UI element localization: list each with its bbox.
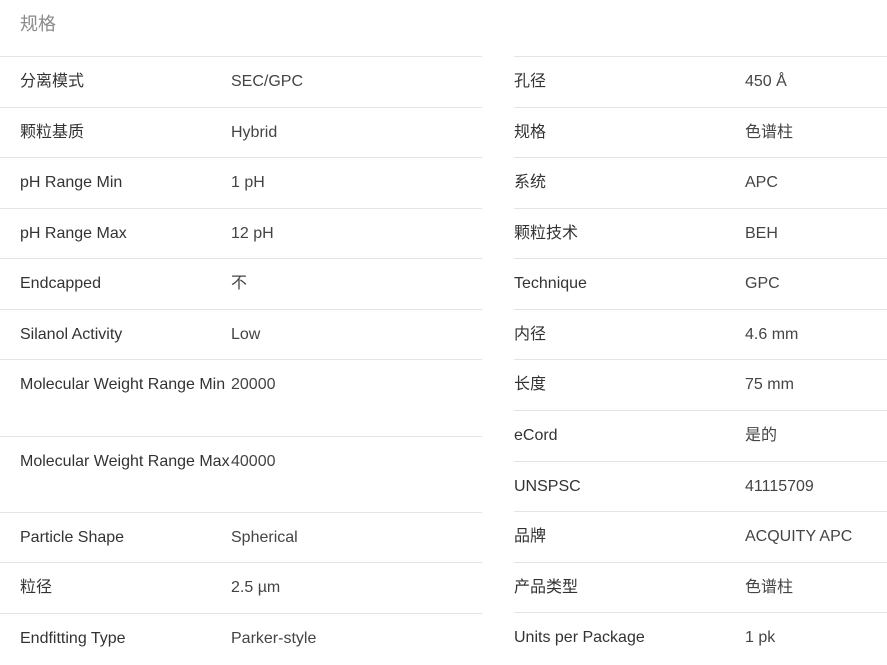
spec-row: 颗粒技术 BEH	[514, 208, 887, 258]
spec-value: 20000	[231, 376, 276, 393]
spec-key: 孔径	[514, 73, 547, 90]
spec-value: BEH	[745, 225, 778, 242]
spec-row: 规格 色谱柱	[514, 107, 887, 157]
spec-key: Technique	[514, 275, 587, 292]
spec-key: UNSPSC	[514, 478, 581, 495]
spec-value: Spherical	[231, 529, 298, 546]
spec-value: Parker-style	[231, 630, 317, 647]
spec-value: Low	[231, 326, 261, 343]
spec-key: 分离模式	[20, 73, 85, 90]
spec-key: 系统	[514, 174, 547, 191]
spec-key: 颗粒基质	[20, 124, 85, 141]
spec-row: 产品类型 色谱柱	[514, 562, 887, 612]
spec-value: Hybrid	[231, 124, 278, 141]
spec-key: 长度	[514, 376, 547, 393]
spec-row: Endfitting Type Parker-style	[0, 613, 482, 663]
spec-row: 粒径 2.5 µm	[0, 562, 482, 613]
spec-value: 2.5 µm	[231, 579, 281, 596]
spec-row: 孔径 450 Å	[514, 56, 887, 107]
spec-value: 不	[231, 275, 248, 292]
spec-key: Endfitting Type	[20, 630, 126, 647]
spec-row: Endcapped 不	[0, 258, 482, 309]
spec-value: GPC	[745, 275, 780, 292]
spec-key: 产品类型	[514, 579, 579, 596]
spec-row: Technique GPC	[514, 258, 887, 309]
spec-row: Particle Shape Spherical	[0, 512, 482, 562]
spec-row: pH Range Max 12 pH	[0, 208, 482, 258]
spec-row: Units per Package 1 pk	[514, 612, 887, 662]
spec-value: 12 pH	[231, 225, 274, 242]
spec-key: eCord	[514, 427, 558, 444]
spec-key: pH Range Min	[20, 174, 123, 191]
spec-value: 是的	[745, 427, 778, 444]
spec-row: 品牌 ACQUITY APC	[514, 511, 887, 562]
spec-value: 41115709	[745, 478, 814, 495]
spec-key: pH Range Max	[20, 225, 127, 242]
spec-row: UNSPSC 41115709	[514, 461, 887, 511]
spec-key: 粒径	[20, 579, 53, 596]
spec-key: Silanol Activity	[20, 326, 123, 343]
spec-row: 长度 75 mm	[514, 359, 887, 410]
spec-table-left: 分离模式 SEC/GPC 颗粒基质 Hybrid pH Range Min 1 …	[0, 56, 482, 663]
spec-key: 颗粒技术	[514, 225, 579, 242]
spec-row: Silanol Activity Low	[0, 309, 482, 359]
spec-value: 75 mm	[745, 376, 794, 393]
spec-value: 4.6 mm	[745, 326, 799, 343]
spec-row: pH Range Min 1 pH	[0, 157, 482, 208]
spec-value: 色谱柱	[745, 579, 794, 596]
spec-key: Molecular Weight Range Max	[20, 453, 230, 470]
spec-value: 色谱柱	[745, 124, 794, 141]
spec-value: ACQUITY APC	[745, 528, 853, 545]
spec-key: Particle Shape	[20, 529, 125, 546]
spec-table-right: 孔径 450 Å 规格 色谱柱 系统 APC 颗粒技术 BEH Techniqu…	[514, 56, 887, 662]
spec-key: Units per Package	[514, 629, 645, 646]
spec-value: 40000	[231, 453, 276, 470]
spec-row: 系统 APC	[514, 157, 887, 208]
spec-key: 内径	[514, 326, 547, 343]
spec-row: 分离模式 SEC/GPC	[0, 56, 482, 107]
spec-value: 450 Å	[745, 73, 787, 90]
spec-value: 1 pH	[231, 174, 265, 191]
spec-row: Molecular Weight Range Min 20000	[0, 359, 482, 436]
spec-row: eCord 是的	[514, 410, 887, 461]
spec-value: SEC/GPC	[231, 73, 304, 90]
spec-value: 1 pk	[745, 629, 776, 646]
spec-row: 颗粒基质 Hybrid	[0, 107, 482, 157]
spec-key: 品牌	[514, 528, 547, 545]
spec-value: APC	[745, 174, 778, 191]
spec-key: Endcapped	[20, 275, 101, 292]
spec-row: Molecular Weight Range Max 40000	[0, 436, 482, 512]
spec-key: Molecular Weight Range Min	[20, 376, 226, 393]
spec-key: 规格	[514, 124, 547, 141]
spec-row: 内径 4.6 mm	[514, 309, 887, 359]
spec-section-title: 规格	[20, 14, 56, 35]
